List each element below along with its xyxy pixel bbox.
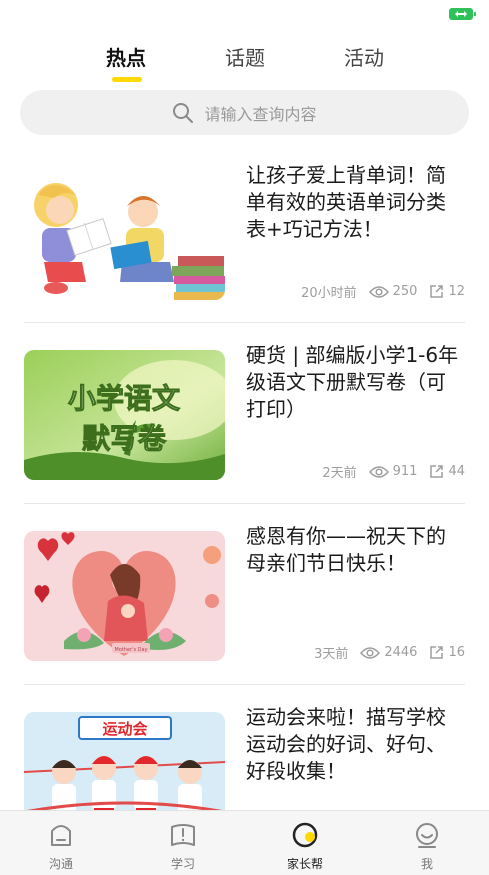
tab-hot[interactable]: 热点 <box>86 42 166 71</box>
nav-label: 我 <box>420 857 433 871</box>
divider <box>24 684 465 685</box>
share-icon[interactable] <box>429 284 444 299</box>
thumbnail-caption: Mother's Day <box>114 647 147 653</box>
active-tab-indicator <box>112 77 142 82</box>
nav-label: 家长帮 <box>286 857 323 871</box>
nav-item-profile[interactable]: 我 <box>387 821 467 872</box>
article-shares: 44 <box>448 464 465 479</box>
article-card[interactable]: 运动会 运动会来啦！描写学校运动会的好词、好句、好段收集！ <box>24 692 465 810</box>
nav-label: 沟通 <box>48 857 73 871</box>
search-placeholder: 请输入查询内容 <box>204 104 317 124</box>
eye-icon <box>360 646 381 659</box>
divider <box>24 322 465 323</box>
article-title[interactable]: 感恩有你——祝天下的母亲们节日快乐！ <box>246 523 465 577</box>
article-meta: 2天前 911 44 <box>322 462 465 481</box>
article-title[interactable]: 让孩子爱上背单词！简单有效的英语单词分类表+巧记方法！ <box>246 162 465 243</box>
profile-icon <box>416 823 438 848</box>
nav-item-study[interactable]: 学习 <box>143 821 223 872</box>
thumbnail-caption: 运动会 <box>102 720 147 738</box>
divider <box>24 503 465 504</box>
article-views: 250 <box>392 284 418 299</box>
eye-icon <box>368 285 389 298</box>
thumbnail-caption: 默写卷 <box>82 422 167 455</box>
article-card[interactable]: 让孩子爱上背单词！简单有效的英语单词分类表+巧记方法！ 20小时前 250 12 <box>24 150 465 310</box>
article-card[interactable]: 小学语文 默写卷 硬货 | 部编版小学1-6年级语文下册默写卷（可打印） 2天前… <box>24 330 465 490</box>
search-icon <box>173 102 194 123</box>
bottom-nav: 沟通 学习 家长帮 我 <box>0 810 489 875</box>
chat-icon <box>51 825 71 846</box>
thumbnail-caption: 小学语文 <box>68 382 180 415</box>
article-thumbnail: 运动会 <box>24 712 225 810</box>
search-input[interactable]: 请输入查询内容 <box>20 90 469 135</box>
share-icon[interactable] <box>429 464 444 479</box>
article-thumbnail <box>24 170 225 300</box>
tab-topics[interactable]: 话题 <box>205 42 285 71</box>
article-title[interactable]: 硬货 | 部编版小学1-6年级语文下册默写卷（可打印） <box>246 342 465 423</box>
article-shares: 12 <box>448 284 465 299</box>
eye-icon <box>368 465 389 478</box>
article-thumbnail: 小学语文 默写卷 <box>24 350 225 480</box>
battery-icon <box>449 8 476 20</box>
tab-activities[interactable]: 活动 <box>324 42 404 71</box>
article-shares: 16 <box>448 645 465 660</box>
nav-item-parent-help[interactable]: 家长帮 <box>265 821 345 872</box>
article-time: 20小时前 <box>301 286 357 301</box>
article-meta: 20小时前 250 12 <box>301 282 465 301</box>
article-title[interactable]: 运动会来啦！描写学校运动会的好词、好句、好段收集！ <box>246 704 465 785</box>
article-time: 3天前 <box>314 647 349 662</box>
article-card[interactable]: Mother's Day 感恩有你——祝天下的母亲们节日快乐！ 3天前 2446… <box>24 511 465 671</box>
book-icon <box>171 824 195 846</box>
article-time: 2天前 <box>322 466 357 481</box>
top-tabs: 热点 话题 活动 <box>0 38 489 88</box>
share-icon[interactable] <box>429 645 444 660</box>
article-meta: 3天前 2446 16 <box>314 643 465 662</box>
nav-item-chat[interactable]: 沟通 <box>21 821 101 872</box>
article-thumbnail: Mother's Day <box>24 531 225 661</box>
article-views: 2446 <box>384 645 418 660</box>
article-views: 911 <box>392 464 418 479</box>
status-bar <box>0 0 489 30</box>
nav-label: 学习 <box>170 857 195 871</box>
parent-help-icon <box>292 822 318 848</box>
